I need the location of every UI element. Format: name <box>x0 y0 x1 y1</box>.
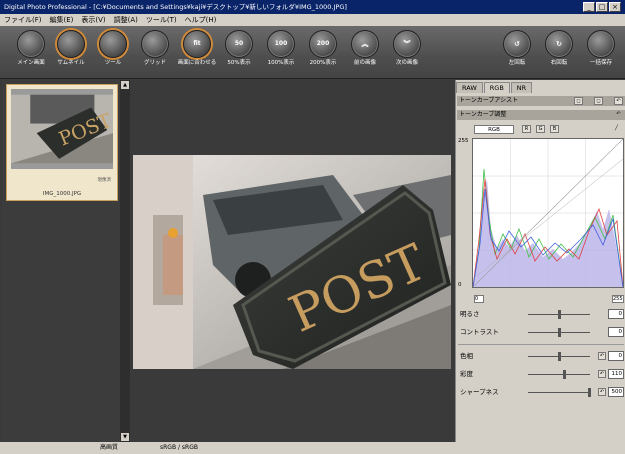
menu-help[interactable]: ヘルプ(H) <box>181 14 221 26</box>
saturation-slider-track[interactable] <box>528 374 590 375</box>
zoom-100-icon: 100 <box>267 30 295 58</box>
hue-label: 色相 <box>460 352 473 360</box>
tool-palette: RAW RGB NR トーンカーブアシスト ◻ ◻ ↶ トーンカーブ調整 ↶ R… <box>455 80 625 442</box>
contrast-slider-knob[interactable] <box>558 328 561 337</box>
close-button[interactable]: × <box>609 2 621 12</box>
thumbnail-image: POST <box>11 89 113 169</box>
sharpness-slider-track[interactable] <box>528 392 590 393</box>
axis-min-label: 0 <box>458 282 462 288</box>
status-bar: 高画質 sRGB / sRGB <box>0 442 625 454</box>
thumbnail-pane: POST 現像済 IMG_1000.JPG <box>2 80 121 442</box>
minimize-button[interactable]: _ <box>583 2 595 12</box>
tab-raw[interactable]: RAW <box>456 82 483 93</box>
previous-image-icon: ︽ <box>351 30 379 58</box>
tab-rgb[interactable]: RGB <box>483 82 510 93</box>
channel-select[interactable]: RGB <box>474 125 514 134</box>
menu-bar: ファイル(F) 編集(E) 表示(V) 調整(A) ツール(T) ヘルプ(H) <box>0 14 625 26</box>
thumbnail-icon <box>57 30 85 58</box>
toolbar: メイン画面 サムネイル ツール グリッド fit 画面に合わせる 50 50%表示 … <box>0 26 625 79</box>
next-image-button[interactable]: ︾ 次の画像 <box>386 30 428 66</box>
image-viewer: POST <box>131 80 454 442</box>
contrast-value-field[interactable]: 0 <box>608 327 624 337</box>
maximize-button[interactable]: □ <box>596 2 608 12</box>
previous-image-button[interactable]: ︽ 前の画像 <box>344 30 386 66</box>
sharpness-reset-icon[interactable]: ↶ <box>598 388 606 396</box>
thumbnail-button[interactable]: サムネイル <box>50 30 92 66</box>
tool-button[interactable]: ツール <box>92 30 134 66</box>
eyedropper-icon[interactable]: ╱ <box>612 125 621 133</box>
fit-screen-icon: fit <box>183 30 211 58</box>
grid-icon <box>141 30 169 58</box>
sharpness-slider-knob[interactable] <box>588 388 591 397</box>
thumbnail-item[interactable]: POST 現像済 IMG_1000.JPG <box>6 84 118 201</box>
brightness-label: 明るさ <box>460 310 480 318</box>
sharpness-row: シャープネス ↶ 500 <box>458 386 624 398</box>
menu-edit[interactable]: 編集(E) <box>46 14 78 26</box>
brightness-row: 明るさ 0 <box>458 308 624 320</box>
channel-g-button[interactable]: G <box>536 125 545 133</box>
channel-r-button[interactable]: R <box>522 125 531 133</box>
brightness-slider-knob[interactable] <box>558 310 561 319</box>
menu-adjust[interactable]: 調整(A) <box>110 14 142 26</box>
rotate-left-button[interactable]: ↺ 左回転 <box>496 30 538 66</box>
fit-screen-button[interactable]: fit 画面に合わせる <box>176 30 218 66</box>
contrast-row: コントラスト 0 <box>458 326 624 338</box>
quality-status: 高画質 <box>100 444 119 451</box>
input-high-field[interactable]: 255 <box>612 295 624 303</box>
main-window-icon <box>17 30 45 58</box>
reset-icon[interactable]: ↶ <box>614 111 623 119</box>
contrast-label: コントラスト <box>460 328 499 336</box>
hue-reset-icon[interactable]: ↶ <box>598 352 606 360</box>
application-window: Digital Photo Professional - [C:¥Documen… <box>0 0 625 454</box>
tone-curve-graph[interactable] <box>472 138 624 288</box>
assist-reset-icon[interactable]: ↶ <box>614 97 623 105</box>
menu-view[interactable]: 表示(V) <box>77 14 109 26</box>
zoom-200-button[interactable]: 200 200%表示 <box>302 30 344 66</box>
scroll-up-arrow-icon[interactable]: ▲ <box>121 81 129 89</box>
menu-file[interactable]: ファイル(F) <box>0 14 46 26</box>
saturation-slider-knob[interactable] <box>563 370 566 379</box>
saturation-reset-icon[interactable]: ↶ <box>598 370 606 378</box>
sharpness-label: シャープネス <box>460 388 499 396</box>
zoom-50-icon: 50 <box>225 30 253 58</box>
rotate-right-button[interactable]: ↻ 右回転 <box>538 30 580 66</box>
batch-save-icon <box>587 30 615 58</box>
section-divider <box>458 344 624 345</box>
next-image-icon: ︾ <box>393 30 421 58</box>
window-title: Digital Photo Professional - [C:¥Documen… <box>4 3 347 11</box>
title-bar: Digital Photo Professional - [C:¥Documen… <box>0 0 625 14</box>
auto-tone-icon[interactable]: ◻ <box>574 97 583 105</box>
saturation-row: 彩度 ↶ 110 <box>458 368 624 380</box>
saturation-label: 彩度 <box>460 370 473 378</box>
tone-curve-adjust-header: トーンカーブ調整 <box>457 110 625 120</box>
hue-slider-knob[interactable] <box>558 352 561 361</box>
saturation-value-field[interactable]: 110 <box>608 369 624 379</box>
colorspace-status: sRGB / sRGB <box>160 444 198 451</box>
rotate-right-icon: ↻ <box>545 30 573 58</box>
axis-max-label: 255 <box>458 138 469 144</box>
scroll-down-arrow-icon[interactable]: ▼ <box>121 433 129 441</box>
developed-badge: 現像済 <box>97 178 112 183</box>
sharpness-value-field[interactable]: 500 <box>608 387 624 397</box>
batch-save-button[interactable]: 一括保存 <box>580 30 622 66</box>
tab-nr[interactable]: NR <box>510 82 533 93</box>
channel-b-button[interactable]: B <box>550 125 559 133</box>
tool-icon <box>99 30 127 58</box>
brightness-value-field[interactable]: 0 <box>608 309 624 319</box>
zoom-200-icon: 200 <box>309 30 337 58</box>
zoom-50-button[interactable]: 50 50%表示 <box>218 30 260 66</box>
grid-button[interactable]: グリッド <box>134 30 176 66</box>
rotate-left-icon: ↺ <box>503 30 531 58</box>
main-window-button[interactable]: メイン画面 <box>10 30 52 66</box>
hue-value-field[interactable]: 0 <box>608 351 624 361</box>
thumbnail-filename: IMG_1000.JPG <box>42 191 82 197</box>
custom-tone-icon[interactable]: ◻ <box>594 97 603 105</box>
zoom-100-button[interactable]: 100 100%表示 <box>260 30 302 66</box>
thumbnail-scrollbar[interactable]: ▲ ▼ <box>120 80 130 442</box>
main-photo: POST <box>133 155 451 369</box>
menu-tools[interactable]: ツール(T) <box>142 14 181 26</box>
input-low-field[interactable]: 0 <box>474 295 484 303</box>
hue-row: 色相 ↶ 0 <box>458 350 624 362</box>
